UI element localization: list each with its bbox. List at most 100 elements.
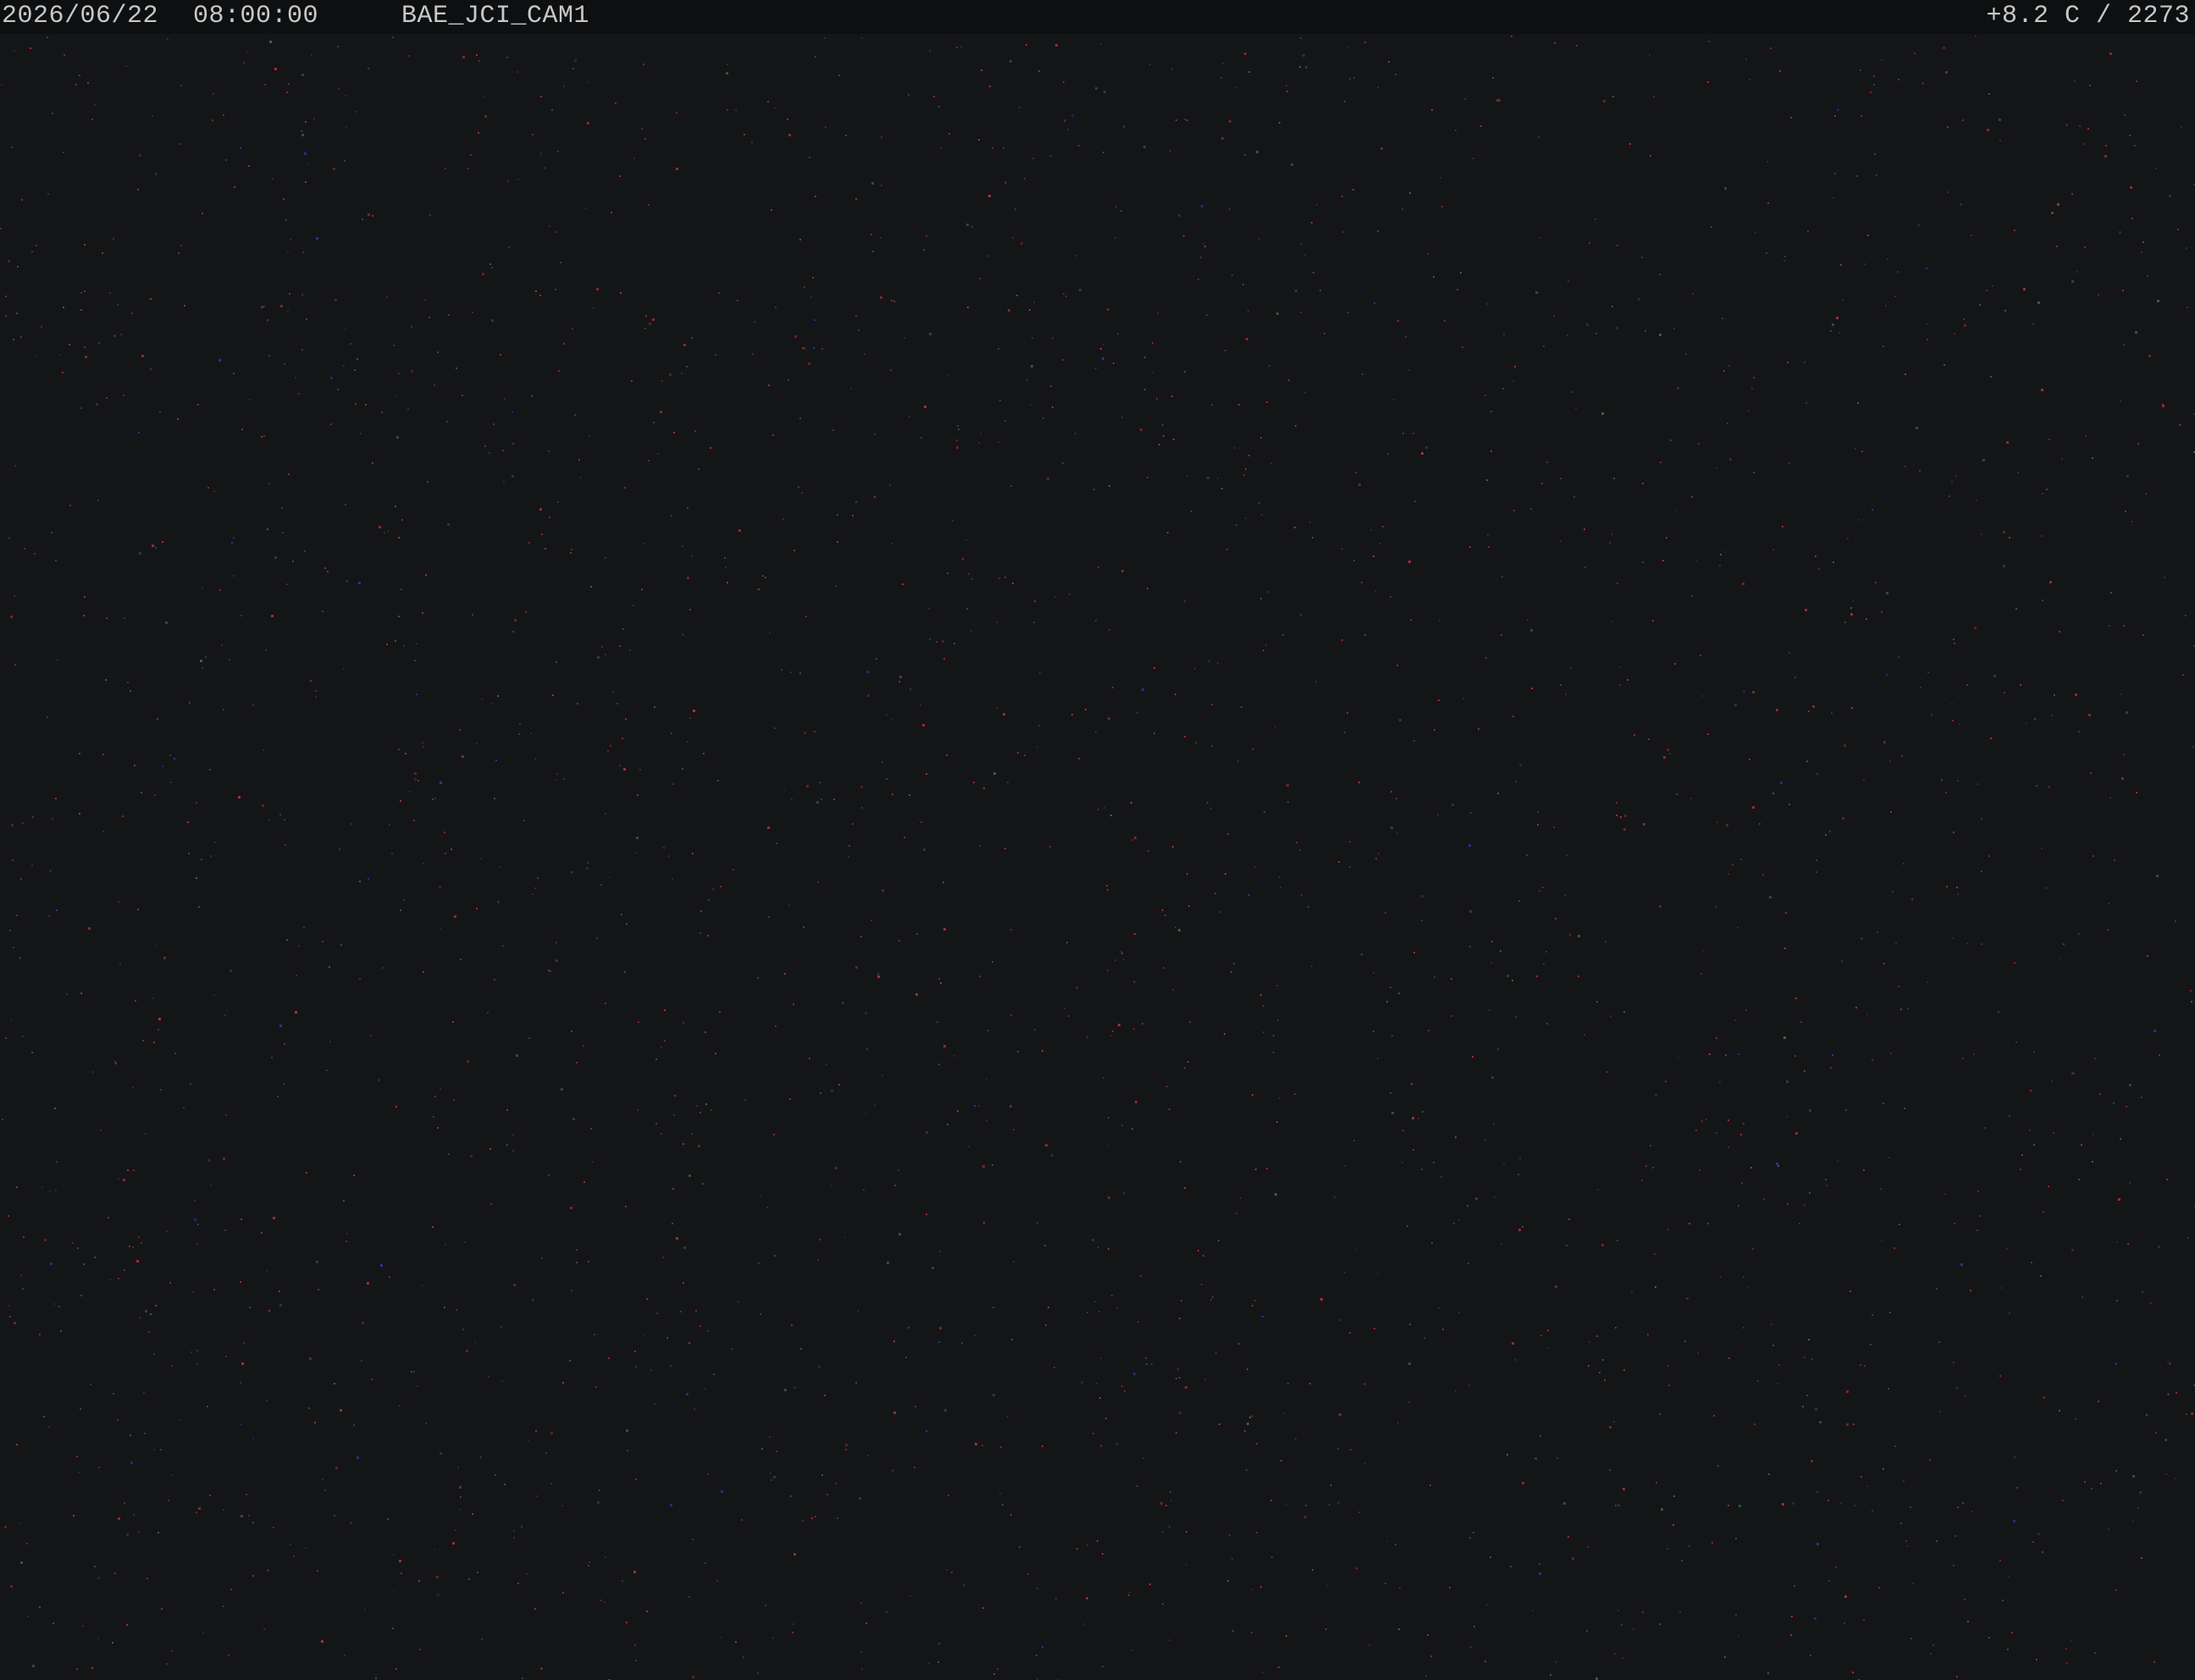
noise-pixel xyxy=(1986,290,1988,291)
noise-pixel xyxy=(1219,1423,1220,1425)
noise-pixel xyxy=(20,1561,23,1564)
noise-pixel xyxy=(808,362,810,365)
noise-pixel xyxy=(502,450,504,451)
noise-pixel xyxy=(491,319,494,322)
noise-pixel xyxy=(1236,524,1237,526)
noise-pixel xyxy=(1295,425,1297,427)
noise-pixel xyxy=(1522,1226,1523,1228)
noise-pixel xyxy=(700,910,702,912)
noise-pixel xyxy=(1660,461,1661,463)
noise-pixel xyxy=(1931,714,1932,716)
noise-pixel xyxy=(1215,1352,1217,1354)
noise-pixel xyxy=(1767,202,1769,204)
noise-pixel xyxy=(1327,1585,1329,1587)
noise-pixel xyxy=(571,871,572,873)
noise-pixel xyxy=(2092,457,2093,459)
noise-pixel xyxy=(196,802,197,804)
noise-pixel xyxy=(921,821,922,823)
noise-pixel xyxy=(1837,108,1839,111)
noise-pixel xyxy=(1739,1505,1741,1507)
noise-pixel xyxy=(1838,332,1840,334)
noise-pixel xyxy=(252,1522,254,1523)
noise-pixel xyxy=(401,589,402,590)
noise-pixel xyxy=(1778,1364,1780,1366)
noise-pixel xyxy=(2043,1211,2044,1213)
noise-pixel xyxy=(1075,433,1076,434)
noise-pixel xyxy=(1665,1080,1667,1082)
noise-pixel xyxy=(528,1440,529,1441)
noise-pixel xyxy=(1430,1655,1432,1657)
noise-pixel xyxy=(1211,704,1213,705)
noise-pixel xyxy=(1034,600,1036,602)
noise-pixel xyxy=(683,1022,684,1024)
noise-pixel xyxy=(268,483,270,484)
noise-pixel xyxy=(2020,1169,2021,1170)
noise-pixel xyxy=(871,920,872,921)
noise-pixel xyxy=(1542,887,1544,888)
noise-pixel xyxy=(951,1572,953,1573)
noise-pixel xyxy=(381,412,383,413)
noise-pixel xyxy=(2059,631,2060,633)
noise-pixel xyxy=(283,198,285,200)
noise-pixel xyxy=(1247,1368,1248,1370)
noise-pixel xyxy=(1759,823,1761,825)
noise-pixel xyxy=(625,1206,627,1208)
noise-pixel xyxy=(333,168,335,170)
noise-pixel xyxy=(2126,475,2129,478)
noise-pixel xyxy=(1269,365,1270,367)
noise-pixel xyxy=(1518,1174,1519,1175)
noise-pixel xyxy=(1816,773,1818,775)
noise-pixel xyxy=(1103,344,1104,345)
noise-pixel xyxy=(635,1478,637,1480)
noise-pixel xyxy=(761,1448,763,1450)
noise-pixel xyxy=(555,779,556,781)
noise-pixel xyxy=(183,1107,185,1108)
noise-pixel xyxy=(1762,874,1764,876)
noise-pixel xyxy=(1295,290,1297,292)
noise-pixel xyxy=(1572,1557,1574,1560)
noise-pixel xyxy=(616,703,618,705)
noise-pixel xyxy=(1970,1290,1971,1291)
noise-pixel xyxy=(409,791,411,793)
noise-pixel xyxy=(800,1348,802,1350)
noise-pixel xyxy=(999,400,1001,401)
noise-pixel xyxy=(1787,1203,1789,1205)
noise-pixel xyxy=(1194,668,1196,670)
noise-pixel xyxy=(78,1472,80,1473)
noise-pixel xyxy=(938,1064,940,1065)
noise-pixel xyxy=(1458,1219,1460,1221)
noise-pixel xyxy=(1749,79,1750,80)
noise-pixel xyxy=(454,915,456,918)
noise-pixel xyxy=(1716,467,1717,469)
noise-pixel xyxy=(1451,1015,1452,1017)
noise-pixel xyxy=(1615,1327,1617,1329)
noise-pixel xyxy=(881,185,882,186)
noise-pixel xyxy=(1350,1449,1352,1451)
noise-pixel xyxy=(1547,1347,1549,1349)
noise-pixel xyxy=(1503,334,1505,335)
noise-pixel xyxy=(532,134,534,135)
noise-pixel xyxy=(1610,1015,1612,1017)
noise-pixel xyxy=(114,1061,116,1063)
noise-pixel xyxy=(1977,1230,1978,1231)
noise-pixel xyxy=(788,134,791,136)
noise-pixel xyxy=(160,1089,162,1091)
noise-pixel xyxy=(2121,777,2124,780)
noise-pixel xyxy=(1616,802,1617,804)
noise-pixel xyxy=(1143,146,1146,148)
noise-pixel xyxy=(1602,1359,1604,1361)
noise-pixel xyxy=(80,1408,81,1410)
noise-pixel xyxy=(605,1556,606,1558)
noise-pixel xyxy=(453,1099,455,1101)
noise-pixel xyxy=(83,1263,85,1265)
noise-pixel xyxy=(861,807,863,809)
noise-pixel xyxy=(1808,710,1810,712)
noise-pixel xyxy=(687,507,688,509)
noise-pixel xyxy=(513,1530,515,1532)
noise-pixel xyxy=(1946,886,1948,887)
noise-pixel xyxy=(1584,528,1585,530)
noise-pixel xyxy=(1123,125,1125,128)
noise-pixel xyxy=(53,1622,54,1624)
noise-pixel xyxy=(1421,920,1423,921)
noise-pixel xyxy=(1329,1504,1330,1506)
